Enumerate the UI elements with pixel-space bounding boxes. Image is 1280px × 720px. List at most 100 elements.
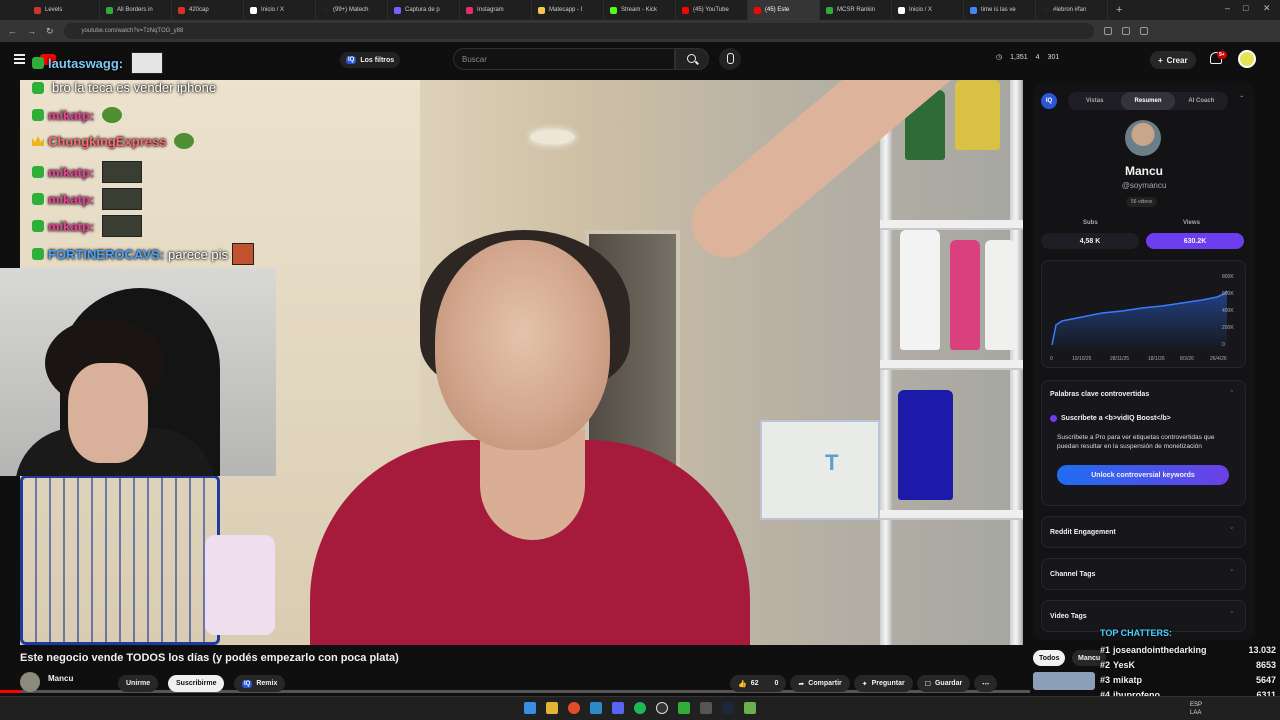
tab-favicon-icon bbox=[466, 6, 473, 14]
browser-tab-strip: Levels All Borders in 420cap Inicio / X (99+… bbox=[0, 0, 1280, 20]
reload-icon[interactable]: ↻ bbox=[46, 26, 54, 37]
channel-avatar bbox=[1125, 120, 1161, 156]
maximize-icon[interactable]: □ bbox=[1243, 3, 1248, 13]
minimize-icon[interactable]: – bbox=[1225, 3, 1230, 13]
save-button[interactable]: ☐ Guardar bbox=[916, 675, 971, 692]
subscribe-button[interactable]: Suscribirme bbox=[168, 675, 225, 692]
join-button[interactable]: Unirme bbox=[118, 675, 159, 692]
browser-tab[interactable]: Inicio / X bbox=[244, 0, 316, 20]
tab-favicon-icon bbox=[898, 6, 905, 14]
share-button[interactable]: ➦ Compartir bbox=[790, 675, 850, 692]
kick-icon[interactable] bbox=[678, 702, 690, 714]
top-chatter-name: #1 joseandointhedarking bbox=[1100, 645, 1207, 655]
browser-tab[interactable]: (45) Este bbox=[748, 0, 820, 20]
browser-tab[interactable]: Inicio / X bbox=[892, 0, 964, 20]
like-button[interactable]: 👍 62 0 bbox=[730, 675, 787, 692]
views-label: Views bbox=[1183, 220, 1200, 226]
lang-code: ESP bbox=[1190, 702, 1203, 708]
browser-tab[interactable]: (45) YouTube bbox=[676, 0, 748, 20]
extension-icon[interactable] bbox=[1103, 27, 1112, 35]
chrome-icon[interactable] bbox=[568, 702, 580, 714]
edge-icon[interactable] bbox=[590, 702, 602, 714]
chat-badge-icon bbox=[32, 248, 44, 260]
forward-icon[interactable]: → bbox=[27, 26, 36, 36]
channel-tags-section[interactable]: Channel Tags ˇ bbox=[1041, 558, 1246, 590]
collapse-icon[interactable]: ˆ bbox=[1240, 95, 1243, 104]
search-button[interactable] bbox=[675, 48, 709, 70]
browser-tab[interactable]: (99+) Matech bbox=[316, 0, 388, 20]
top-chatter-username: YesK bbox=[1113, 659, 1136, 670]
search-input[interactable]: Buscar bbox=[453, 48, 675, 70]
top-chatter-name: #3 mikatp bbox=[1100, 675, 1142, 685]
browser-tab[interactable]: Levels bbox=[28, 0, 100, 20]
back-icon[interactable]: ← bbox=[8, 26, 17, 36]
y-tick: 400K bbox=[1222, 308, 1234, 314]
top-chatter-row: #2 YesK 8653 bbox=[1100, 657, 1276, 672]
browser-tab[interactable]: All Borders in bbox=[100, 0, 172, 20]
vidiq-logo-icon: IQ bbox=[1041, 93, 1057, 109]
chevron-up-icon[interactable]: ˆ bbox=[1231, 391, 1233, 398]
browser-tab[interactable]: 420cap bbox=[172, 0, 244, 20]
account-avatar[interactable] bbox=[1238, 50, 1256, 68]
chevron-down-icon: ˇ bbox=[1230, 612, 1233, 619]
url-field[interactable]: youtube.com/watch?v=TzNqTOG_y88 bbox=[63, 23, 1094, 39]
chat-badge-icon bbox=[32, 166, 44, 178]
browser-tab[interactable]: Stream - Kick bbox=[604, 0, 676, 20]
browser-tab[interactable]: #lebron #fan bbox=[1036, 0, 1108, 20]
bookmark-icon[interactable] bbox=[1121, 27, 1130, 35]
profile-icon[interactable] bbox=[1139, 27, 1148, 35]
unlock-keywords-button[interactable]: Unlock controversial keywords bbox=[1057, 465, 1229, 485]
chat-message: mikatp: bbox=[32, 161, 143, 183]
new-tab-button[interactable]: + bbox=[1108, 4, 1130, 16]
video-actions: 👍 62 0 ➦ Compartir ✦ Preguntar ☐ Guardar ⋯ bbox=[730, 675, 998, 692]
microphone-icon[interactable] bbox=[719, 48, 741, 70]
menu-icon[interactable] bbox=[14, 54, 25, 64]
related-video-thumbnail[interactable] bbox=[1033, 672, 1095, 690]
obs-icon[interactable] bbox=[656, 702, 668, 714]
discord-icon[interactable] bbox=[612, 702, 624, 714]
file-explorer-icon[interactable] bbox=[546, 702, 558, 714]
channel-name[interactable]: Mancu bbox=[48, 674, 73, 683]
browser-tab[interactable]: Captura de p bbox=[388, 0, 460, 20]
chat-emote-icon bbox=[102, 188, 143, 210]
tab-favicon-icon bbox=[394, 6, 401, 14]
reddit-engagement-section[interactable]: Reddit Engagement ˇ bbox=[1041, 516, 1246, 548]
close-window-icon[interactable]: ✕ bbox=[1263, 3, 1271, 14]
start-icon[interactable] bbox=[524, 702, 536, 714]
remix-button[interactable]: IQ Remix bbox=[234, 675, 286, 692]
panel-tab[interactable]: AI Coach bbox=[1175, 92, 1228, 110]
create-button[interactable]: + Crear bbox=[1150, 51, 1196, 69]
steam-icon[interactable] bbox=[722, 702, 734, 714]
pink-bottle bbox=[950, 240, 980, 350]
browser-tab[interactable]: Instagram bbox=[460, 0, 532, 20]
filters-button[interactable]: IQ Los filtros bbox=[340, 52, 401, 68]
top-chatter-rank: #1 bbox=[1100, 644, 1111, 655]
vidiq-panel: IQ Vistas Resumen AI Coach ˆ Mancu @soyman… bbox=[1033, 84, 1255, 640]
top-chatter-username: mikatp bbox=[1113, 674, 1143, 685]
promo-title: Suscríbete a <b>vidIQ Boost</b> bbox=[1061, 415, 1171, 422]
app-icon[interactable] bbox=[700, 702, 712, 714]
panel-tab[interactable]: Vistas bbox=[1068, 92, 1121, 110]
blue-bottle bbox=[898, 390, 953, 500]
yellow-bottle bbox=[955, 80, 1000, 150]
chip-all[interactable]: Todos bbox=[1033, 650, 1066, 666]
channel-avatar[interactable] bbox=[20, 672, 40, 692]
browser-tab[interactable]: time is las ve bbox=[964, 0, 1036, 20]
chevron-down-icon: ˇ bbox=[1230, 570, 1233, 577]
language-indicator[interactable]: ESP LAA bbox=[1190, 701, 1202, 717]
section-title: Channel Tags bbox=[1050, 571, 1096, 578]
ask-button[interactable]: ✦ Preguntar bbox=[853, 675, 913, 692]
screen: { "browser": { "tabs": [ {"label": "Leve… bbox=[0, 0, 1280, 720]
filters-label: Los filtros bbox=[360, 56, 395, 64]
x-tick: 18/1/26 bbox=[1148, 356, 1165, 362]
spotify-icon[interactable] bbox=[634, 702, 646, 714]
chat-username: ChungkingExpress bbox=[48, 133, 167, 149]
chat-username: mikatp: bbox=[48, 218, 95, 234]
browser-tab[interactable]: MCSR Rankin bbox=[820, 0, 892, 20]
streamer-face bbox=[68, 363, 148, 463]
more-options-button[interactable]: ⋯ bbox=[974, 675, 998, 692]
browser-tab[interactable]: Matecapp - I bbox=[532, 0, 604, 20]
panel-tab[interactable]: Resumen bbox=[1121, 92, 1175, 110]
minecraft-icon[interactable] bbox=[744, 702, 756, 714]
top-chatter-count: 13.032 bbox=[1248, 644, 1276, 655]
